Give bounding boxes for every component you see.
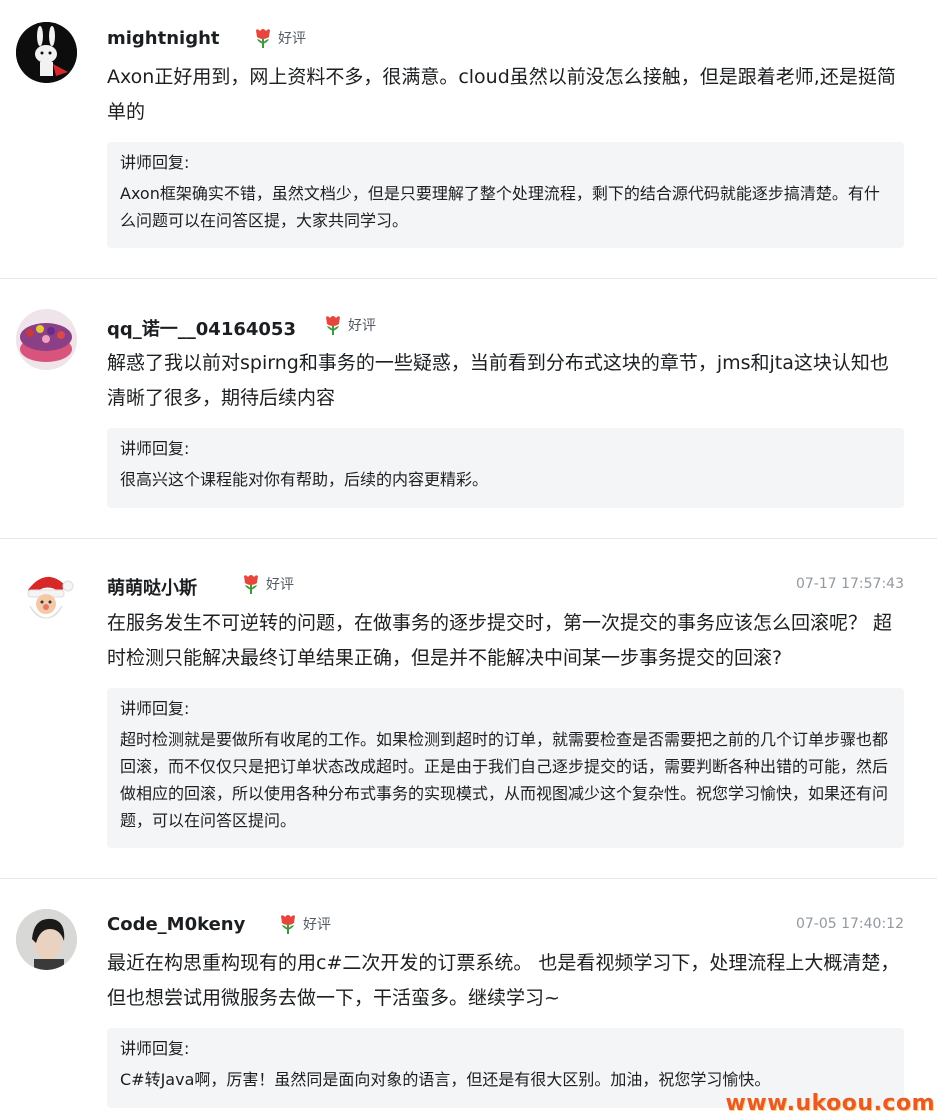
flower-icon [244, 575, 258, 594]
review-content: 最近在构思重构现有的用c#二次开发的订票系统。 也是看视频学习下，处理流程上大概… [107, 952, 900, 1009]
user-avatar[interactable] [16, 909, 77, 970]
good-review-badge: 好评 [323, 314, 376, 336]
reply-text: 超时检测就是要做所有收尾的工作。如果检测到超时的订单，就需要检查是否需要把之前的… [120, 730, 889, 830]
good-review-badge: 好评 [278, 913, 331, 935]
reply-text: Axon框架确实不错，虽然文档少，但是只要理解了整个处理流程，剩下的结合源代码就… [120, 184, 880, 230]
instructor-reply: 讲师回复: 超时检测就是要做所有收尾的工作。如果检测到超时的订单，就需要检查是否… [107, 688, 904, 848]
reply-title: 讲师回复: [120, 153, 190, 172]
bunny-avatar-icon [16, 22, 77, 83]
review-content: 在服务发生不可逆转的问题，在做事务的逐步提交时，第一次提交的事务应该怎么回滚呢？… [107, 612, 893, 669]
review-content: Axon正好用到，网上资料不多，很满意。cloud虽然以前没怎么接触，但是跟着老… [107, 66, 896, 123]
site-watermark: www.ukoou.com [725, 1091, 935, 1116]
review-time: 07-17 17:57:43 [795, 576, 904, 592]
user-avatar[interactable] [16, 22, 77, 83]
reply-title: 讲师回复: [120, 439, 190, 458]
badge-label: 好评 [348, 318, 376, 334]
reply-text: 很高兴这个课程能对你有帮助，后续的内容更精彩。 [120, 470, 489, 489]
user-avatar[interactable] [16, 309, 77, 370]
review-item: qq_诺一__04164053 好评 解惑了我以前对spirng和事务的一些疑惑… [0, 279, 937, 539]
username[interactable]: qq_诺一__04164053 [107, 315, 296, 341]
reply-title: 讲师回复: [120, 699, 190, 718]
badge-label: 好评 [303, 917, 331, 933]
santa-avatar-icon [16, 568, 77, 629]
flower-icon [256, 29, 270, 48]
instructor-reply: 讲师回复: 很高兴这个课程能对你有帮助，后续的内容更精彩。 [107, 428, 904, 508]
good-review-badge: 好评 [241, 573, 294, 595]
badge-label: 好评 [278, 31, 306, 47]
badge-label: 好评 [266, 577, 294, 593]
user-avatar[interactable] [16, 568, 77, 629]
username[interactable]: Code_M0keny [107, 914, 245, 935]
reply-title: 讲师回复: [120, 1039, 190, 1058]
review-item: mightnight 好评 Axon正好用到，网上资料不多，很满意。cloud虽… [0, 0, 937, 279]
person-avatar-icon [16, 909, 77, 970]
review-content: 解惑了我以前对spirng和事务的一些疑惑，当前看到分布式这块的章节，jms和j… [107, 352, 889, 409]
instructor-reply: 讲师回复: Axon框架确实不错，虽然文档少，但是只要理解了整个处理流程，剩下的… [107, 142, 904, 248]
review-item: 萌萌哒小斯 好评 07-17 17:57:43 在服务发生不可逆转的问题，在做事… [0, 539, 937, 879]
cake-avatar-icon [16, 309, 77, 370]
username[interactable]: 萌萌哒小斯 [107, 574, 197, 600]
username[interactable]: mightnight [107, 28, 220, 49]
flower-icon [326, 316, 340, 335]
good-review-badge: 好评 [253, 27, 306, 49]
reply-text: C#转Java啊，厉害！虽然同是面向对象的语言，但还是有很大区别。加油，祝您学习… [120, 1070, 771, 1089]
review-time: 07-05 17:40:12 [795, 916, 904, 932]
review-item: Code_M0keny 好评 07-05 17:40:12 最近在构思重构现有的… [0, 879, 937, 1120]
flower-icon [281, 915, 295, 934]
